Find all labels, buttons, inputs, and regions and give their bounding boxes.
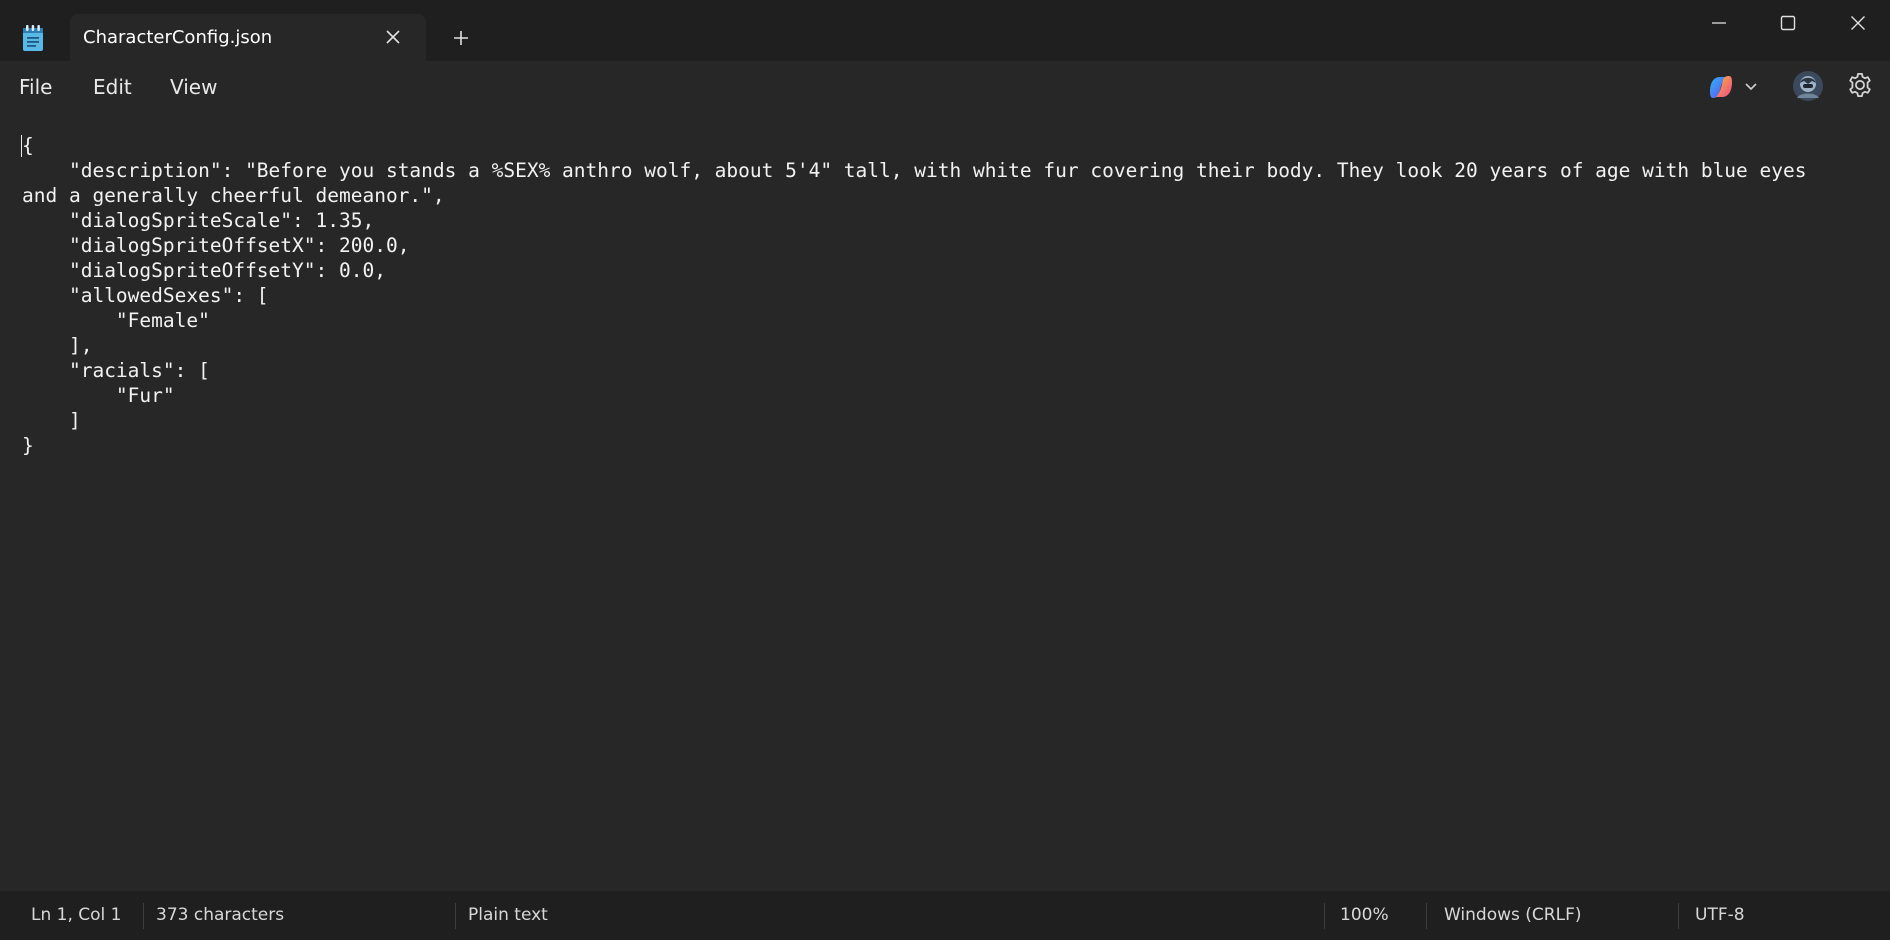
status-divider: [1324, 903, 1325, 929]
copilot-icon[interactable]: [1706, 72, 1764, 102]
status-line-ending[interactable]: Windows (CRLF): [1444, 905, 1582, 925]
status-zoom[interactable]: 100%: [1340, 905, 1389, 925]
avatar[interactable]: [1792, 70, 1824, 102]
status-cursor-position[interactable]: Ln 1, Col 1: [31, 905, 122, 925]
status-divider: [1678, 903, 1679, 929]
menu-edit[interactable]: Edit: [93, 75, 132, 99]
status-divider: [143, 903, 144, 929]
minimize-icon[interactable]: [1696, 6, 1742, 40]
status-encoding[interactable]: UTF-8: [1695, 905, 1745, 925]
status-character-count: 373 characters: [156, 905, 285, 925]
menu-bar: File Edit View: [0, 61, 1890, 111]
tab-title: CharacterConfig.json: [83, 27, 273, 48]
tab-charactercongfig[interactable]: CharacterConfig.json: [70, 14, 426, 61]
menu-file[interactable]: File: [19, 75, 52, 99]
title-bar: CharacterConfig.json: [0, 0, 1890, 61]
close-window-icon[interactable]: [1835, 6, 1881, 40]
notepad-window: CharacterConfig.json File Edit View {"d…: [0, 0, 1890, 940]
status-bar: Ln 1, Col 1 373 characters Plain text 10…: [0, 891, 1890, 940]
editor-content[interactable]: { "description": "Before you stands a %S…: [22, 133, 1852, 458]
gear-icon[interactable]: [1846, 71, 1874, 99]
text-editor[interactable]: { "description": "Before you stands a %S…: [0, 111, 1890, 891]
status-divider: [1426, 903, 1427, 929]
notepad-icon: [21, 24, 45, 52]
status-file-type: Plain text: [468, 905, 548, 925]
close-icon[interactable]: [380, 24, 406, 50]
text-caret: [21, 135, 22, 157]
maximize-icon[interactable]: [1765, 6, 1811, 40]
menu-view[interactable]: View: [170, 75, 217, 99]
plus-icon[interactable]: [447, 24, 475, 52]
status-divider: [455, 903, 456, 929]
